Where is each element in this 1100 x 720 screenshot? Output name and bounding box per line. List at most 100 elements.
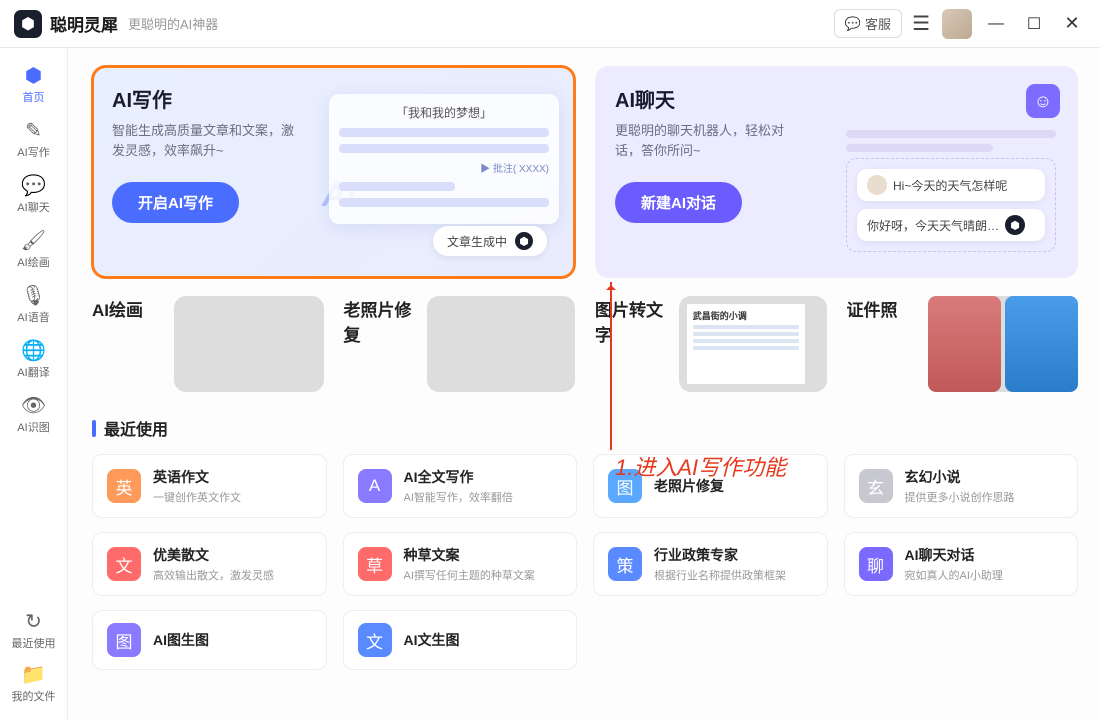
card-icon: 草 bbox=[358, 547, 392, 581]
recent-card[interactable]: A AI全文写作 AI智能写作，效率翻倍 bbox=[343, 454, 578, 518]
card-subtitle: 高效输出散文，激发灵感 bbox=[153, 567, 312, 583]
sidebar-item-label: AI识图 bbox=[17, 419, 49, 435]
card-icon: A bbox=[358, 469, 392, 503]
card-title: 玄幻小说 bbox=[905, 467, 1064, 487]
sidebar-item-label: 我的文件 bbox=[12, 688, 56, 704]
card-icon: 文 bbox=[358, 623, 392, 657]
card-subtitle: AI智能写作，效率翻倍 bbox=[404, 489, 563, 505]
maximize-button[interactable]: ☐ bbox=[1020, 14, 1048, 34]
recent-grid: 英 英语作文 一键创作英文作文A AI全文写作 AI智能写作，效率翻倍图 老照片… bbox=[92, 454, 1078, 670]
feature-id-photo[interactable]: 证件照 bbox=[847, 296, 1079, 392]
card-subtitle: 提供更多小说创作思路 bbox=[905, 489, 1064, 505]
chat-preview-box: Hi~今天的天气怎样呢 你好呀，今天天气晴朗… ⬢ bbox=[846, 124, 1056, 252]
hero-desc: 更聪明的聊天机器人，轻松对话，答你所问~ bbox=[615, 121, 805, 160]
minimize-button[interactable]: — bbox=[982, 15, 1010, 33]
hexagon-icon: ⬢ bbox=[25, 66, 42, 86]
feature-title: 老照片修复 bbox=[344, 296, 428, 346]
recent-card[interactable]: 策 行业政策专家 根据行业名称提供政策框架 bbox=[593, 532, 828, 596]
sidebar-item-home[interactable]: ⬢ 首页 bbox=[4, 58, 64, 111]
chat-bubble-bot: 你好呀，今天天气晴朗… ⬢ bbox=[857, 209, 1045, 241]
feature-thumb: 武昌街的小调 bbox=[679, 296, 827, 392]
card-icon: 图 bbox=[107, 623, 141, 657]
sidebar-item-label: AI翻译 bbox=[17, 364, 49, 380]
chat-icon: 💬 bbox=[845, 16, 861, 32]
generating-pill: 文章生成中 ⬢ bbox=[433, 226, 547, 256]
app-tagline: 更聪明的AI神器 bbox=[128, 14, 218, 33]
card-title: AI全文写作 bbox=[404, 467, 563, 487]
bot-avatar-icon: ⬢ bbox=[1005, 215, 1025, 235]
card-title: 种草文案 bbox=[404, 545, 563, 565]
feature-photo-restore[interactable]: 老照片修复 bbox=[344, 296, 576, 392]
sidebar-item-label: 首页 bbox=[23, 89, 45, 105]
accent-bar-icon bbox=[92, 420, 96, 437]
logo-dot-icon: ⬢ bbox=[515, 232, 533, 250]
recent-card[interactable]: 英 英语作文 一键创作英文作文 bbox=[92, 454, 327, 518]
chat-fab-icon: ☺ bbox=[1026, 84, 1060, 118]
close-button[interactable]: ✕ bbox=[1058, 13, 1086, 34]
card-title: AI聊天对话 bbox=[905, 545, 1064, 565]
sidebar-item-files[interactable]: 📁 我的文件 bbox=[4, 657, 64, 710]
sidebar-item-voice[interactable]: 🎙AI语音 bbox=[4, 278, 64, 331]
recent-card[interactable]: 文 AI文生图 bbox=[343, 610, 578, 670]
generating-text: 文章生成中 bbox=[447, 233, 507, 250]
hero-ai-write[interactable]: AI写作 智能生成高质量文章和文案，激发灵感，效率飙升~ 开启AI写作 AI 「… bbox=[92, 66, 575, 278]
sidebar-item-label: AI绘画 bbox=[17, 254, 49, 270]
hero-desc: 智能生成高质量文章和文案，激发灵感，效率飙升~ bbox=[112, 121, 302, 160]
doc-title: 武昌街的小调 bbox=[693, 309, 799, 322]
support-label: 客服 bbox=[865, 14, 891, 33]
section-title-text: 最近使用 bbox=[104, 416, 168, 440]
card-icon: 英 bbox=[107, 469, 141, 503]
feature-title: AI绘画 bbox=[92, 296, 143, 321]
hero-ai-chat[interactable]: AI聊天 更聪明的聊天机器人，轻松对话，答你所问~ 新建AI对话 ☺ Hi~今天… bbox=[595, 66, 1078, 278]
sidebar-item-chat[interactable]: 💬AI聊天 bbox=[4, 168, 64, 221]
card-title: 英语作文 bbox=[153, 467, 312, 487]
sidebar-item-recent[interactable]: ↻最近使用 bbox=[4, 604, 64, 657]
bubble-text: Hi~今天的天气怎样呢 bbox=[893, 177, 1007, 194]
app-logo-icon: ⬢ bbox=[14, 10, 42, 38]
globe-icon: 🌐 bbox=[21, 341, 46, 361]
feature-thumb bbox=[427, 296, 575, 392]
card-title: AI文生图 bbox=[404, 630, 563, 650]
card-icon: 文 bbox=[107, 547, 141, 581]
write-preview-card: 「我和我的梦想」 ▶ 批注( XXXX) bbox=[329, 94, 559, 224]
hamburger-menu-icon[interactable]: ☰ bbox=[912, 11, 930, 36]
recent-card[interactable]: 文 优美散文 高效输出散文，激发灵感 bbox=[92, 532, 327, 596]
folder-icon: 📁 bbox=[21, 665, 46, 685]
bubble-text: 你好呀，今天天气晴朗… bbox=[867, 217, 999, 234]
recent-card[interactable]: 聊 AI聊天对话 宛如真人的AI小助理 bbox=[844, 532, 1079, 596]
clock-icon: ↻ bbox=[25, 612, 42, 632]
feature-title: 证件照 bbox=[847, 296, 898, 321]
feature-ai-paint[interactable]: AI绘画 bbox=[92, 296, 324, 392]
sidebar-item-translate[interactable]: 🌐 AI翻译 bbox=[4, 333, 64, 386]
sidebar-item-paint[interactable]: 🖌 AI绘画 bbox=[4, 223, 64, 276]
feature-thumb bbox=[928, 296, 1078, 392]
start-ai-write-button[interactable]: 开启AI写作 bbox=[112, 182, 239, 223]
user-avatar-icon bbox=[867, 175, 887, 195]
card-subtitle: 宛如真人的AI小助理 bbox=[905, 567, 1064, 583]
feature-ocr[interactable]: 图片转文字 武昌街的小调 bbox=[595, 296, 827, 392]
card-icon: 聊 bbox=[859, 547, 893, 581]
sidebar-item-label: AI语音 bbox=[17, 309, 49, 325]
brush-icon: 🖌 bbox=[21, 231, 46, 251]
sidebar: ⬢首页 ✎AI写作 💬AI聊天 🖌AI绘画 🎙AI语音 🌐AI翻译 👁AI识图 … bbox=[0, 48, 68, 720]
preview-note: ▶ 批注( XXXX) bbox=[339, 160, 549, 175]
card-icon: 图 bbox=[608, 469, 642, 503]
recent-card[interactable]: 草 种草文案 AI撰写任何主题的种草文案 bbox=[343, 532, 578, 596]
recent-card[interactable]: 玄 玄幻小说 提供更多小说创作思路 bbox=[844, 454, 1079, 518]
user-avatar[interactable] bbox=[942, 9, 972, 39]
chat-icon: 💬 bbox=[21, 176, 46, 196]
new-ai-chat-button[interactable]: 新建AI对话 bbox=[615, 182, 742, 223]
app-brand: 聪明灵犀 bbox=[50, 11, 118, 36]
feature-title: 图片转文字 bbox=[595, 296, 679, 346]
card-icon: 策 bbox=[608, 547, 642, 581]
recent-card[interactable]: 图 老照片修复 bbox=[593, 454, 828, 518]
section-recent-header: 最近使用 bbox=[92, 416, 1078, 440]
sidebar-item-vision[interactable]: 👁AI识图 bbox=[4, 388, 64, 441]
sidebar-item-write[interactable]: ✎AI写作 bbox=[4, 113, 64, 166]
support-button[interactable]: 💬 客服 bbox=[834, 9, 902, 38]
card-subtitle: AI撰写任何主题的种草文案 bbox=[404, 567, 563, 583]
chat-bubble-user: Hi~今天的天气怎样呢 bbox=[857, 169, 1045, 201]
recent-card[interactable]: 图 AI图生图 bbox=[92, 610, 327, 670]
hero-title: AI聊天 bbox=[615, 84, 1058, 113]
card-subtitle: 一键创作英文作文 bbox=[153, 489, 312, 505]
